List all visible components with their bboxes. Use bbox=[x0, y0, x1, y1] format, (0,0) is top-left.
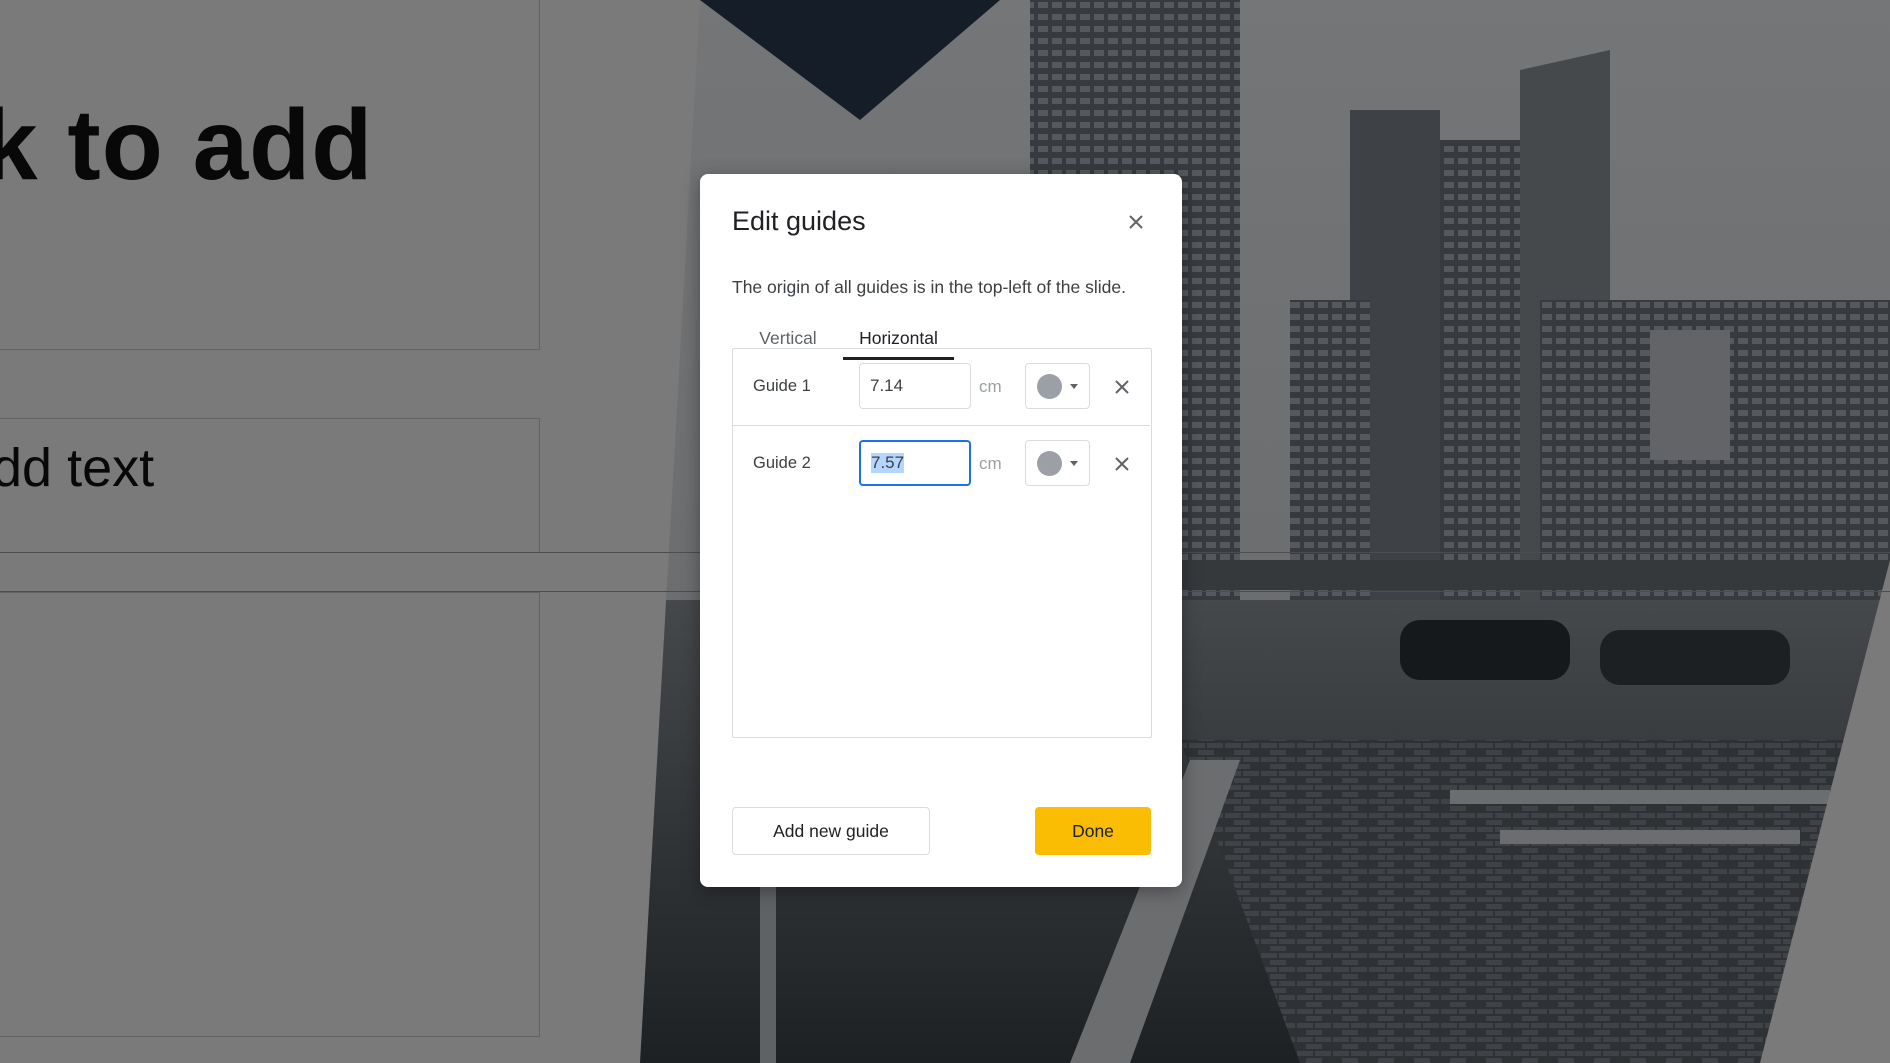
guide-label: Guide 2 bbox=[753, 454, 811, 472]
done-button[interactable]: Done bbox=[1035, 807, 1151, 855]
dialog-title: Edit guides bbox=[732, 206, 866, 236]
remove-guide-button[interactable] bbox=[1106, 448, 1138, 480]
guide-color-picker[interactable] bbox=[1025, 363, 1090, 409]
color-swatch bbox=[1037, 451, 1062, 476]
guides-list: Guide 1 cm Guide 2 cm bbox=[732, 348, 1152, 738]
guide-position-input[interactable] bbox=[859, 363, 971, 409]
unit-label: cm bbox=[979, 377, 1002, 396]
close-icon bbox=[1115, 457, 1129, 471]
dialog-description: The origin of all guides is in the top-l… bbox=[732, 277, 1126, 297]
add-new-guide-button[interactable]: Add new guide bbox=[732, 807, 930, 855]
remove-guide-button[interactable] bbox=[1106, 371, 1138, 403]
guide-color-picker[interactable] bbox=[1025, 440, 1090, 486]
dropdown-arrow-icon bbox=[1070, 384, 1078, 389]
guide-row: Guide 1 cm bbox=[733, 349, 1150, 426]
guide-row: Guide 2 cm bbox=[733, 426, 1150, 502]
edit-guides-dialog: Edit guides The origin of all guides is … bbox=[700, 174, 1182, 887]
unit-label: cm bbox=[979, 454, 1002, 473]
close-icon bbox=[1129, 215, 1143, 229]
guide-position-input[interactable] bbox=[859, 440, 971, 486]
close-button[interactable] bbox=[1120, 206, 1152, 238]
close-icon bbox=[1115, 380, 1129, 394]
guide-label: Guide 1 bbox=[753, 377, 811, 395]
dropdown-arrow-icon bbox=[1070, 461, 1078, 466]
color-swatch bbox=[1037, 374, 1062, 399]
